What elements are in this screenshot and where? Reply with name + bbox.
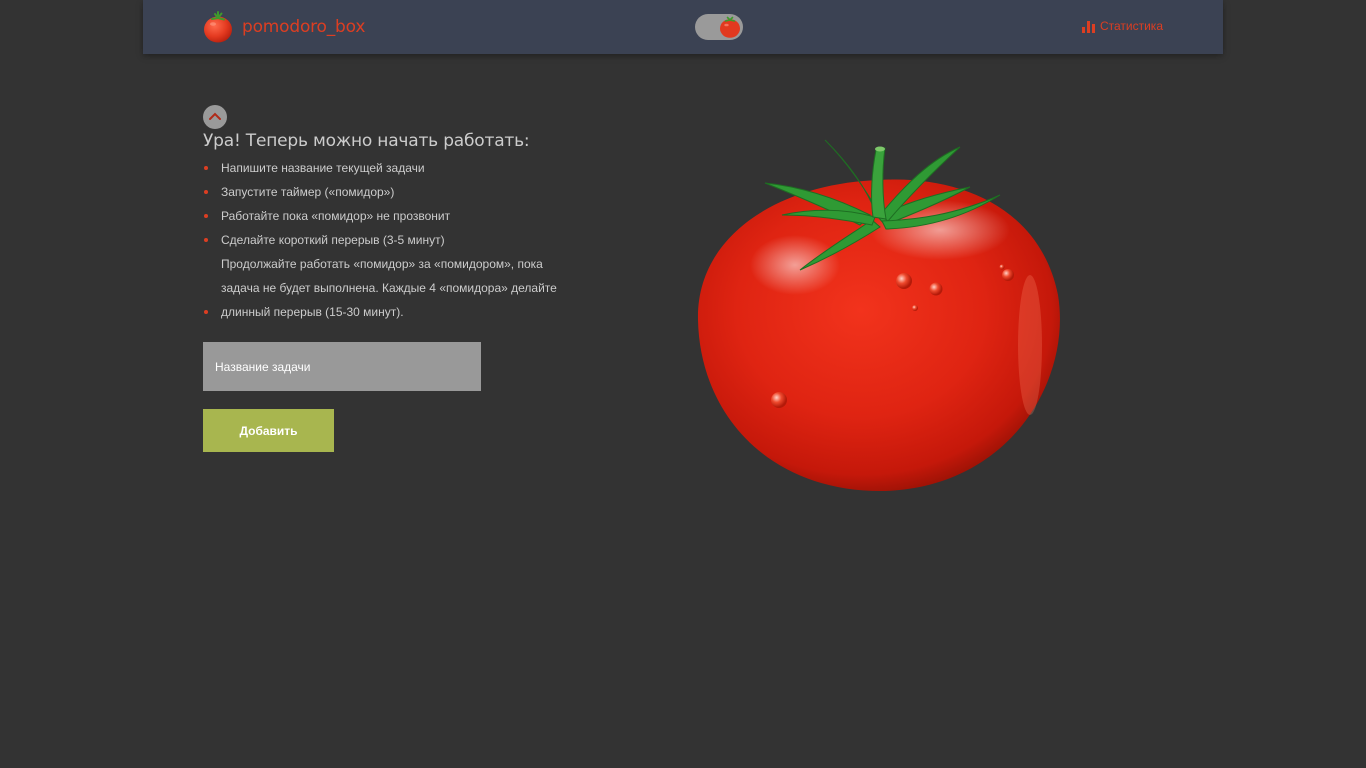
app-header: pomodoro_box Статистика: [143, 0, 1223, 54]
step-text: Сделайте короткий перерыв (3-5 минут): [221, 233, 445, 247]
bullet-icon: [204, 166, 208, 170]
list-item: Продолжайте работать «помидор» за «помид…: [203, 252, 563, 324]
step-text: Напишите название текущей задачи: [221, 161, 425, 175]
theme-toggle[interactable]: [695, 14, 743, 40]
list-item: Работайте пока «помидор» не прозвонит: [203, 204, 563, 228]
bullet-icon: [204, 214, 208, 218]
list-item: Запустите таймер («помидор»): [203, 180, 563, 204]
instruction-list: Напишите название текущей задачи Запусти…: [203, 156, 563, 324]
tomato-icon: [204, 11, 232, 43]
list-item: Напишите название текущей задачи: [203, 156, 563, 180]
step-text: Работайте пока «помидор» не прозвонит: [221, 209, 451, 223]
tomato-icon: [720, 16, 740, 38]
list-item: Сделайте короткий перерыв (3-5 минут): [203, 228, 563, 252]
tomato-illustration: [697, 139, 1060, 492]
add-task-button[interactable]: Добавить: [203, 409, 334, 452]
step-text: Продолжайте работать «помидор» за «помид…: [221, 257, 557, 319]
bullet-icon: [204, 190, 208, 194]
bullet-icon: [204, 238, 208, 242]
task-name-input[interactable]: [203, 342, 481, 391]
chevron-up-icon: [209, 112, 221, 120]
collapse-button[interactable]: [203, 105, 227, 129]
statistics-link[interactable]: Статистика: [1081, 19, 1163, 33]
statistics-label: Статистика: [1099, 19, 1163, 33]
step-text: Запустите таймер («помидор»): [221, 185, 395, 199]
app-name: pomodoro_box: [242, 17, 366, 37]
bar-chart-icon: [1081, 20, 1095, 33]
logo[interactable]: pomodoro_box: [203, 11, 365, 43]
bullet-icon: [204, 310, 208, 314]
intro-title: Ура! Теперь можно начать работать:: [203, 131, 530, 151]
